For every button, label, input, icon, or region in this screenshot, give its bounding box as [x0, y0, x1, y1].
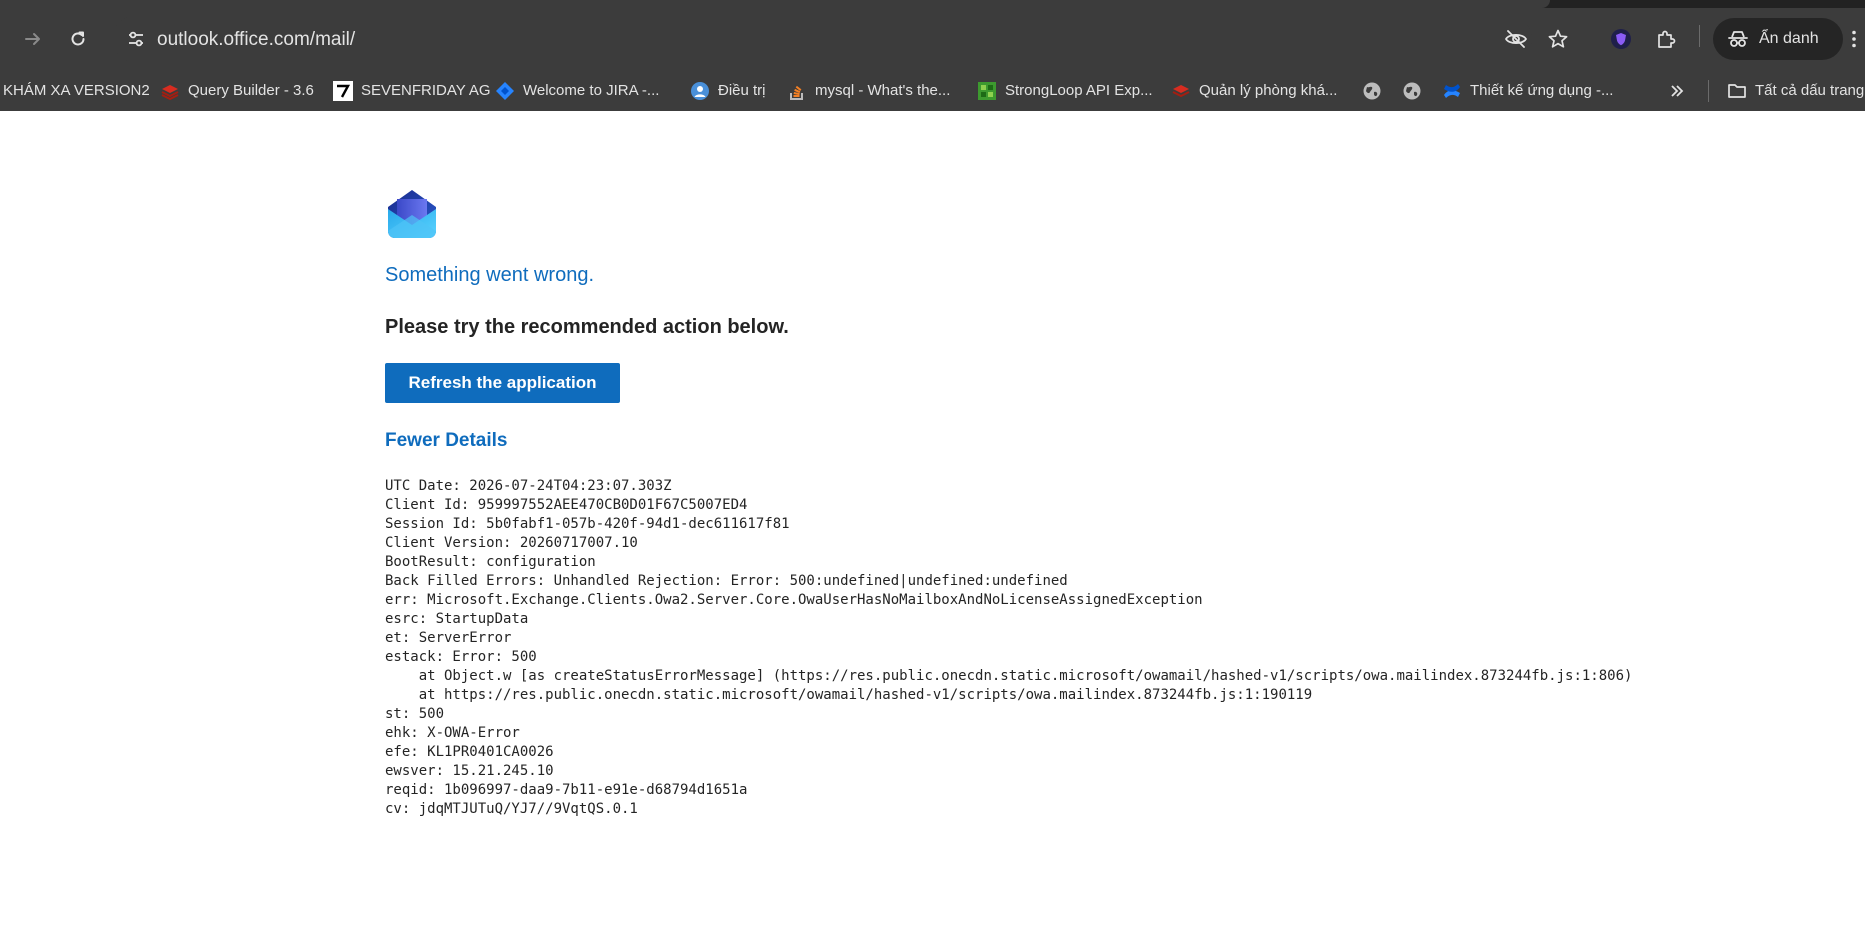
star-icon: [1548, 29, 1568, 48]
bookmarks-bar: KHÁM XA VERSION2 Query Builder - 3.6 SEV…: [0, 70, 1865, 111]
extension-shield-button[interactable]: [1603, 21, 1639, 57]
bookmark-item[interactable]: SEVENFRIDAY AG: [333, 70, 491, 111]
bookmark-label: KHÁM XA VERSION2: [3, 82, 150, 99]
active-tab[interactable]: [0, 0, 1550, 8]
bookmark-label: Thiết kế ứng dụng -...: [1470, 82, 1614, 99]
confluence-icon: [1442, 81, 1462, 101]
bookmark-item[interactable]: StrongLoop API Exp...: [977, 70, 1153, 111]
bookmark-label: Query Builder - 3.6: [188, 82, 314, 99]
redis-icon: [160, 81, 180, 101]
globe-icon: [1362, 81, 1382, 101]
reload-button[interactable]: [60, 21, 96, 57]
bookmark-label: Tất cả dấu trang: [1755, 82, 1865, 99]
globe-icon: [1402, 81, 1422, 101]
bookmark-item[interactable]: [1362, 70, 1390, 111]
forward-button[interactable]: [15, 21, 51, 57]
site-info-button[interactable]: [118, 21, 154, 57]
browser-chrome: outlook.office.com/mail/ Ẩn danh KHÁM XA…: [0, 0, 1865, 111]
strongloop-icon: [977, 81, 997, 101]
bookmark-item[interactable]: Điều trị: [690, 70, 766, 111]
bookmark-item[interactable]: Query Builder - 3.6: [160, 70, 314, 111]
error-subtitle: Please try the recommended action below.: [385, 316, 789, 338]
bookmark-item[interactable]: [1402, 70, 1430, 111]
error-page: Something went wrong. Please try the rec…: [0, 111, 1865, 951]
tab-strip: [0, 0, 1865, 8]
outlook-logo-icon: [385, 187, 439, 241]
bookmark-label: StrongLoop API Exp...: [1005, 82, 1153, 99]
shield-extension-icon: [1611, 29, 1631, 49]
eye-off-icon: [1504, 30, 1528, 48]
browser-toolbar: outlook.office.com/mail/ Ẩn danh: [0, 8, 1865, 70]
refresh-application-button[interactable]: Refresh the application: [385, 363, 620, 403]
bookmark-label: SEVENFRIDAY AG: [361, 82, 491, 99]
menu-button[interactable]: [1843, 21, 1865, 57]
more-vertical-icon: [1852, 30, 1856, 48]
bookmark-star-button[interactable]: [1540, 21, 1576, 57]
tracking-protection-button[interactable]: [1498, 21, 1534, 57]
bookmark-label: mysql - What's the...: [815, 82, 951, 99]
incognito-indicator[interactable]: Ẩn danh: [1713, 18, 1843, 60]
redis-icon: [1171, 81, 1191, 101]
bookmark-item[interactable]: mysql - What's the...: [787, 70, 950, 111]
bookmarks-overflow-button[interactable]: [1670, 70, 1684, 111]
sevenfriday-icon: [333, 80, 353, 101]
incognito-label: Ẩn danh: [1759, 30, 1819, 47]
incognito-icon: [1728, 31, 1748, 47]
folder-icon: [1727, 81, 1747, 101]
error-title: Something went wrong.: [385, 264, 595, 286]
reload-icon: [71, 31, 85, 46]
globe-person-icon: [690, 81, 710, 101]
fewer-details-link[interactable]: Fewer Details: [385, 429, 508, 453]
bookmark-item-all-bookmarks[interactable]: Tất cả dấu trang: [1727, 70, 1864, 111]
puzzle-icon: [1658, 30, 1676, 48]
extensions-button[interactable]: [1648, 21, 1684, 57]
bookmark-label: Điều trị: [718, 82, 766, 99]
bookmark-label: Welcome to JIRA -...: [523, 82, 660, 99]
tune-icon: [129, 31, 143, 47]
url-text[interactable]: outlook.office.com/mail/: [157, 29, 355, 51]
arrow-right-icon: [25, 33, 40, 45]
stackoverflow-icon: [787, 81, 807, 101]
bookmark-item[interactable]: Quản lý phòng khá...: [1171, 70, 1337, 111]
jira-icon: [495, 81, 515, 101]
error-details-text: UTC Date: 2026-07-24T04:23:07.303Z Clien…: [385, 478, 1633, 817]
bookmark-item[interactable]: Thiết kế ứng dụng -...: [1442, 70, 1613, 111]
bookmark-item[interactable]: Welcome to JIRA -...: [495, 70, 659, 111]
bookmarks-divider: [1708, 80, 1709, 102]
double-chevron-right-icon: [1671, 84, 1684, 97]
bookmark-label: Quản lý phòng khá...: [1199, 82, 1338, 99]
address-bar[interactable]: outlook.office.com/mail/: [112, 16, 1532, 62]
toolbar-divider: [1699, 25, 1700, 47]
bookmark-item[interactable]: KHÁM XA VERSION2: [3, 70, 150, 111]
